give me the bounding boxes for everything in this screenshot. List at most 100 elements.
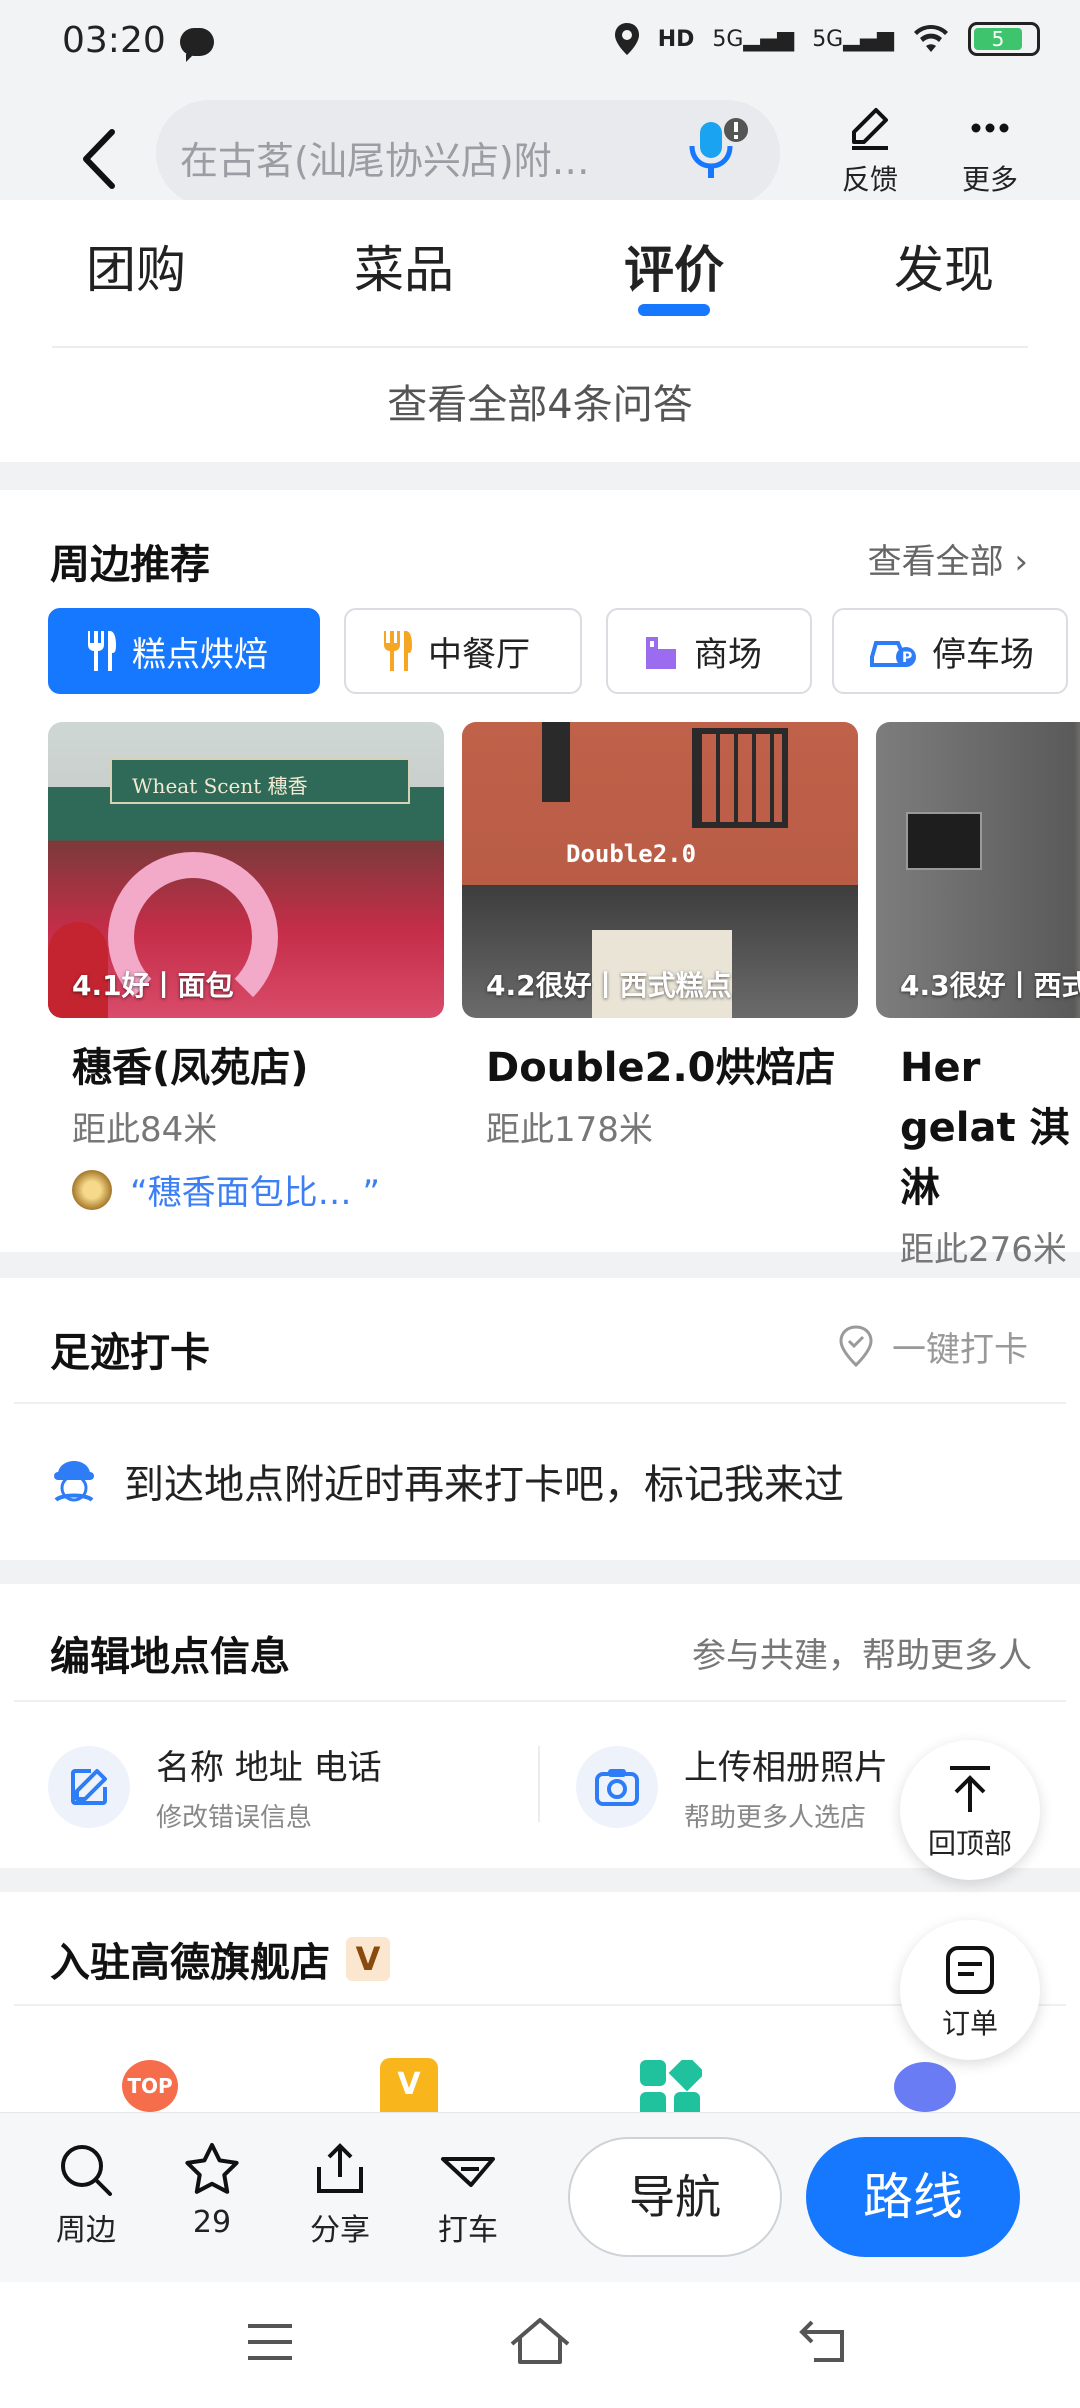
hd-icon: HD xyxy=(657,26,695,52)
active-tab-indicator xyxy=(638,304,710,316)
search-icon xyxy=(61,2145,112,2196)
svg-text:P: P xyxy=(902,650,912,666)
store-sign: Wheat Scent 穗香 xyxy=(110,758,410,804)
poi-distance: 距此178米 xyxy=(486,1110,653,1150)
location-check-icon xyxy=(839,1324,873,1367)
poi-card[interactable]: Double2.0 4.2很好丨西式糕点 Double2.0烘焙店 距此178米 xyxy=(462,722,858,1151)
home-icon[interactable] xyxy=(508,2316,572,2366)
poi-card[interactable]: Wheat Scent 穗香 4.1好丨面包 穗香(凤苑店) 距此84米 “穗香… xyxy=(48,722,444,1214)
battery-icon: 5 xyxy=(968,22,1040,56)
nearby-button[interactable]: 周边 xyxy=(36,2141,136,2249)
divider xyxy=(52,346,1028,348)
footprint-message: 到达地点附近时再来打卡吧，标记我来过 xyxy=(124,1462,844,1508)
poi-rating-tag: 4.3很好丨西式 xyxy=(900,969,1080,1002)
chip-parking[interactable]: P 停车场 xyxy=(832,608,1068,694)
search-input[interactable]: 在古茗(汕尾协兴店)附… xyxy=(156,100,780,206)
top-badge-icon: TOP xyxy=(122,2060,178,2112)
fork-knife-icon xyxy=(384,631,412,671)
quote-text: “穗香面包比… ” xyxy=(130,1173,381,1213)
footprint-title: 足迹打卡 xyxy=(50,1330,210,1376)
share-label: 分享 xyxy=(310,2213,370,2248)
chevron-right-icon: › xyxy=(1014,542,1028,582)
upload-photos[interactable]: 上传相册照片 帮助更多人选店 xyxy=(576,1740,888,1834)
checkin-label: 一键打卡 xyxy=(892,1330,1028,1370)
back-nav-icon[interactable] xyxy=(798,2318,848,2366)
route-button[interactable]: 路线 xyxy=(806,2137,1020,2257)
all-qa-link[interactable]: 查看全部4条问答 xyxy=(0,372,1080,430)
flagship-title: 入驻高德旗舰店 V xyxy=(50,1930,390,1988)
menu-icon[interactable] xyxy=(246,2322,294,2362)
navigate-button[interactable]: 导航 xyxy=(568,2137,782,2257)
parking-car-icon: P xyxy=(870,641,916,667)
poi-card[interactable]: 4.3很好丨西式 Her gelat 淇淋 距此276米 xyxy=(876,722,1080,1271)
window-grille xyxy=(692,728,788,828)
poi-name: Her gelat 淇淋 xyxy=(900,1045,1070,1211)
store-sign-text: Double2.0 xyxy=(566,840,697,868)
microphone-icon[interactable] xyxy=(686,116,752,188)
more-dots-icon xyxy=(971,123,1009,133)
chat-bubble-icon xyxy=(894,2062,956,2112)
tab-group-buy[interactable]: 团购 xyxy=(86,230,186,302)
back-to-top-button[interactable]: 回顶部 xyxy=(900,1740,1040,1880)
edit-item-desc: 修改错误信息 xyxy=(156,1803,313,1833)
apps-grid-icon xyxy=(640,2060,702,2112)
vertical-divider xyxy=(538,1746,540,1822)
tab-dishes[interactable]: 菜品 xyxy=(354,230,454,302)
edit-info-title: 编辑地点信息 xyxy=(50,1634,290,1680)
more-label: 更多 xyxy=(961,163,1018,196)
status-time: 03:20 xyxy=(62,20,166,61)
arrow-up-icon xyxy=(950,1766,990,1812)
edit-pen-icon xyxy=(852,108,888,150)
divider xyxy=(14,1402,1066,1404)
wall-sign xyxy=(906,812,982,870)
taxi-button[interactable]: 打车 xyxy=(418,2141,518,2249)
battery-level: 5 xyxy=(974,28,1022,50)
more-button[interactable]: 更多 xyxy=(940,104,1040,198)
star-icon xyxy=(185,2143,239,2194)
orders-label: 订单 xyxy=(941,2007,998,2040)
edit-item-title: 名称 地址 电话 xyxy=(156,1748,382,1788)
edit-info-subtitle: 参与共建，帮助更多人 xyxy=(692,1636,1032,1676)
tab-discover[interactable]: 发现 xyxy=(894,230,994,302)
chip-label: 停车场 xyxy=(932,634,1034,675)
order-list-icon xyxy=(946,1946,994,1994)
avatar xyxy=(72,1169,112,1210)
v-badge: V xyxy=(346,1937,390,1981)
poi-photo: Double2.0 4.2很好丨西式糕点 xyxy=(462,722,858,1018)
feedback-label: 反馈 xyxy=(841,163,898,196)
flagship-title-text: 入驻高德旗舰店 xyxy=(50,1940,330,1986)
chip-mall[interactable]: 商场 xyxy=(606,608,812,694)
message-icon xyxy=(180,28,214,62)
location-icon xyxy=(614,23,639,55)
feedback-button[interactable]: 反馈 xyxy=(820,104,920,198)
poi-name: 穗香(凤苑店) xyxy=(72,1045,309,1091)
signal-5g-icon: 5G▂▄▆ xyxy=(712,26,795,52)
tab-bar: 团购 菜品 评价 发现 xyxy=(0,230,1080,310)
nearby-label: 周边 xyxy=(56,2213,116,2248)
bottom-action-bar: 周边 29 分享 打车 导航 路线 xyxy=(0,2112,1080,2282)
nearby-view-all[interactable]: 查看全部 › xyxy=(868,534,1028,583)
back-icon[interactable] xyxy=(68,124,138,194)
chip-chinese-restaurant[interactable]: 中餐厅 xyxy=(344,608,582,694)
share-button[interactable]: 分享 xyxy=(290,2141,390,2249)
status-icons: HD 5G▂▄▆ 5G▂▄▆ 5 xyxy=(614,22,1040,56)
view-all-label: 查看全部 xyxy=(867,542,1004,582)
chip-label: 糕点烘焙 xyxy=(132,634,268,675)
nearby-title: 周边推荐 xyxy=(50,542,210,588)
divider xyxy=(14,1700,1066,1702)
favorite-button[interactable]: 29 xyxy=(162,2141,262,2240)
chip-bakery[interactable]: 糕点烘焙 xyxy=(48,608,320,694)
poi-review-quote[interactable]: “穗香面包比… ” xyxy=(72,1165,444,1214)
tab-reviews[interactable]: 评价 xyxy=(624,230,724,302)
share-icon xyxy=(317,2143,363,2193)
orders-button[interactable]: 订单 xyxy=(900,1920,1040,2060)
edit-name-address-phone[interactable]: 名称 地址 电话 修改错误信息 xyxy=(48,1740,382,1834)
window-left xyxy=(542,722,570,802)
chip-label: 中餐厅 xyxy=(428,634,530,675)
taxi-label: 打车 xyxy=(438,2213,498,2248)
edit-item-desc: 帮助更多人选店 xyxy=(684,1803,867,1833)
poi-distance: 距此84米 xyxy=(72,1110,218,1150)
mall-icon xyxy=(646,637,676,669)
favorites-count: 29 xyxy=(192,2205,232,2240)
one-tap-checkin-button[interactable]: 一键打卡 xyxy=(838,1322,1028,1371)
